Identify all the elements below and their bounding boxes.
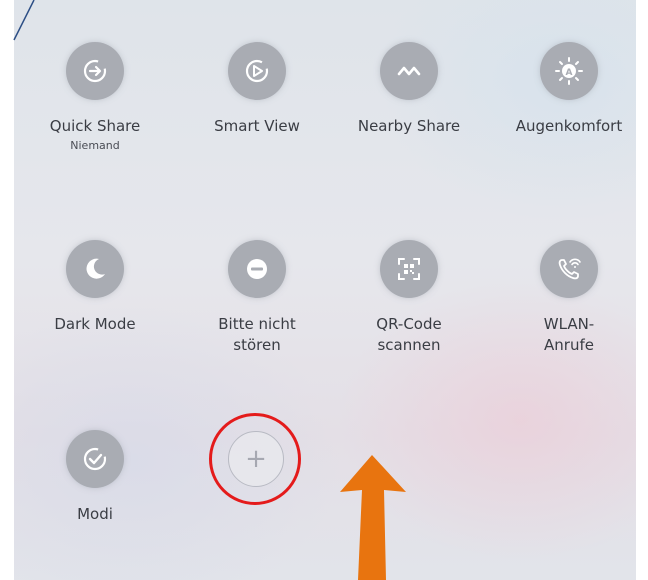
tile-quick-share[interactable]: Quick Share Niemand	[20, 42, 170, 152]
tile-label: Smart View	[214, 117, 300, 135]
annotation-arrow-icon	[340, 455, 406, 580]
highlight-circle	[209, 413, 301, 505]
smart-view-icon	[228, 42, 286, 100]
eye-comfort-icon: A	[540, 42, 598, 100]
modes-icon	[66, 430, 124, 488]
tile-nearby-share[interactable]: Nearby Share	[334, 42, 484, 137]
moon-icon	[66, 240, 124, 298]
tile-label: WLAN- Anrufe	[543, 315, 595, 354]
qr-scan-icon	[380, 240, 438, 298]
tile-label: Nearby Share	[357, 117, 461, 135]
tile-augenkomfort[interactable]: A Augenkomfort	[494, 42, 644, 137]
tile-bitte-nicht-stoeren[interactable]: Bitte nicht stören	[182, 240, 332, 356]
do-not-disturb-icon	[228, 240, 286, 298]
svg-text:A: A	[566, 68, 573, 78]
tile-label: QR-Code scannen	[376, 315, 442, 354]
tile-label: Augenkomfort	[515, 117, 623, 135]
left-margin	[0, 0, 14, 580]
quick-share-icon	[66, 42, 124, 100]
tile-smart-view[interactable]: Smart View	[182, 42, 332, 137]
tile-label: Modi	[77, 505, 113, 523]
tile-label: Bitte nicht stören	[218, 315, 296, 354]
tile-dark-mode[interactable]: Dark Mode	[20, 240, 170, 335]
tile-label: Quick Share	[49, 117, 141, 135]
tile-qr-code[interactable]: QR-Code scannen	[334, 240, 484, 356]
tile-wlan-anrufe[interactable]: WLAN- Anrufe	[494, 240, 644, 356]
tile-modi[interactable]: Modi	[20, 430, 170, 525]
tile-sublabel: Niemand	[70, 139, 120, 152]
nearby-share-icon	[380, 42, 438, 100]
tile-label: Dark Mode	[54, 315, 136, 333]
wifi-call-icon	[540, 240, 598, 298]
